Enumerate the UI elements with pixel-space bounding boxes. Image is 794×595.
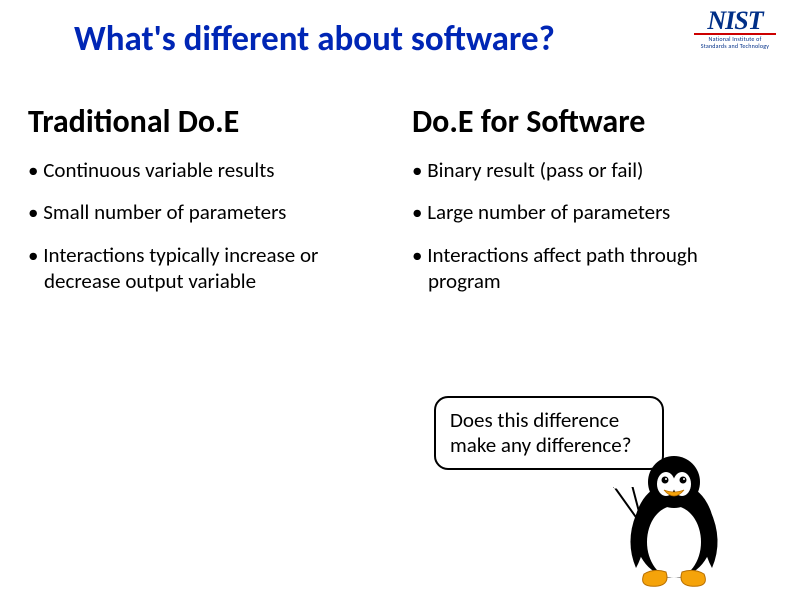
penguin-icon (614, 450, 734, 595)
list-item: Interactions affect path through program (412, 242, 766, 295)
columns: Traditional Do.E Continuous variable res… (28, 102, 766, 310)
list-item: Small number of parameters (28, 199, 382, 225)
list-item: Continuous variable results (28, 157, 382, 183)
left-column-heading: Traditional Do.E (28, 102, 382, 141)
right-column-heading: Do.E for Software (412, 102, 766, 141)
right-bullets: Binary result (pass or fail) Large numbe… (412, 157, 766, 294)
left-bullets: Continuous variable results Small number… (28, 157, 382, 294)
list-item: Binary result (pass or fail) (412, 157, 766, 183)
nist-logo-text: NIST (694, 10, 776, 32)
nist-logo: NIST National Institute of Standards and… (694, 10, 776, 50)
nist-logo-subtitle2: Standards and Technology (694, 43, 776, 50)
left-column: Traditional Do.E Continuous variable res… (28, 102, 382, 310)
slide-title: What's different about software? (74, 18, 555, 60)
list-item: Large number of parameters (412, 199, 766, 225)
right-column: Do.E for Software Binary result (pass or… (412, 102, 766, 310)
list-item: Interactions typically increase or decre… (28, 242, 382, 295)
